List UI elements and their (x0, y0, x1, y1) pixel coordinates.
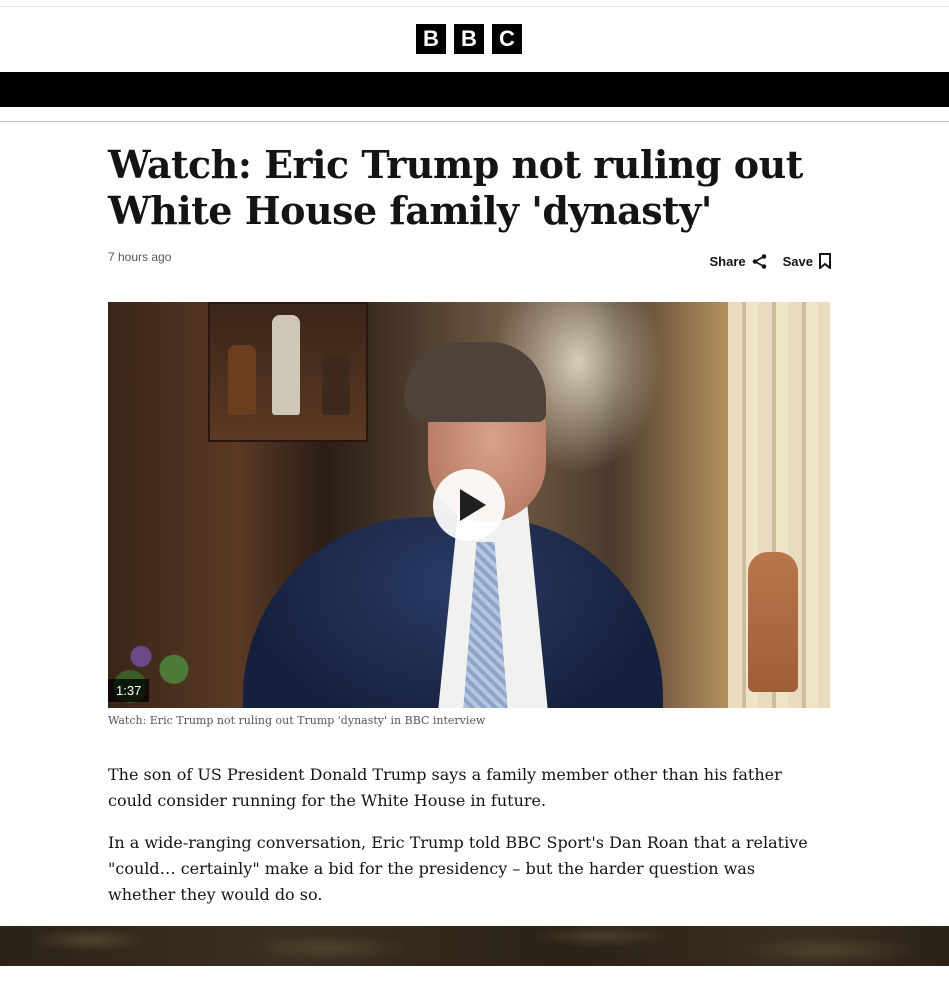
video-player[interactable]: 1:37 (108, 302, 830, 708)
article-actions: Share Save (709, 253, 831, 269)
bottle (322, 355, 350, 415)
save-button[interactable]: Save (783, 253, 831, 269)
promo-image-strip (0, 926, 949, 966)
share-button[interactable]: Share (709, 254, 766, 269)
bbc-logo[interactable]: B B C (416, 24, 522, 54)
save-label: Save (782, 253, 813, 269)
article-headline: Watch: Eric Trump not ruling out White H… (108, 142, 803, 233)
logo-letter: C (492, 24, 522, 54)
video-duration: 1:37 (108, 679, 150, 702)
video-caption: Watch: Eric Trump not ruling out Trump '… (108, 714, 486, 727)
site-header: B B C (0, 7, 949, 72)
share-label: Share (709, 253, 746, 269)
bottle (228, 345, 256, 415)
interviewee-hair (404, 342, 546, 422)
nav-divider (0, 121, 949, 122)
background-shelf (208, 302, 368, 442)
play-icon (460, 489, 486, 521)
article-timestamp: 7 hours ago (108, 250, 172, 264)
navigation-bar (0, 72, 949, 107)
logo-letter: B (416, 24, 446, 54)
article-paragraph: The son of US President Donald Trump say… (108, 765, 782, 810)
logo-letter: B (454, 24, 484, 54)
play-button[interactable] (433, 469, 505, 541)
curtain-tassel (748, 552, 798, 692)
article-paragraph: In a wide-ranging conversation, Eric Tru… (108, 833, 808, 904)
bookmark-icon (819, 253, 831, 269)
bottle (272, 315, 300, 415)
share-icon (752, 253, 767, 269)
